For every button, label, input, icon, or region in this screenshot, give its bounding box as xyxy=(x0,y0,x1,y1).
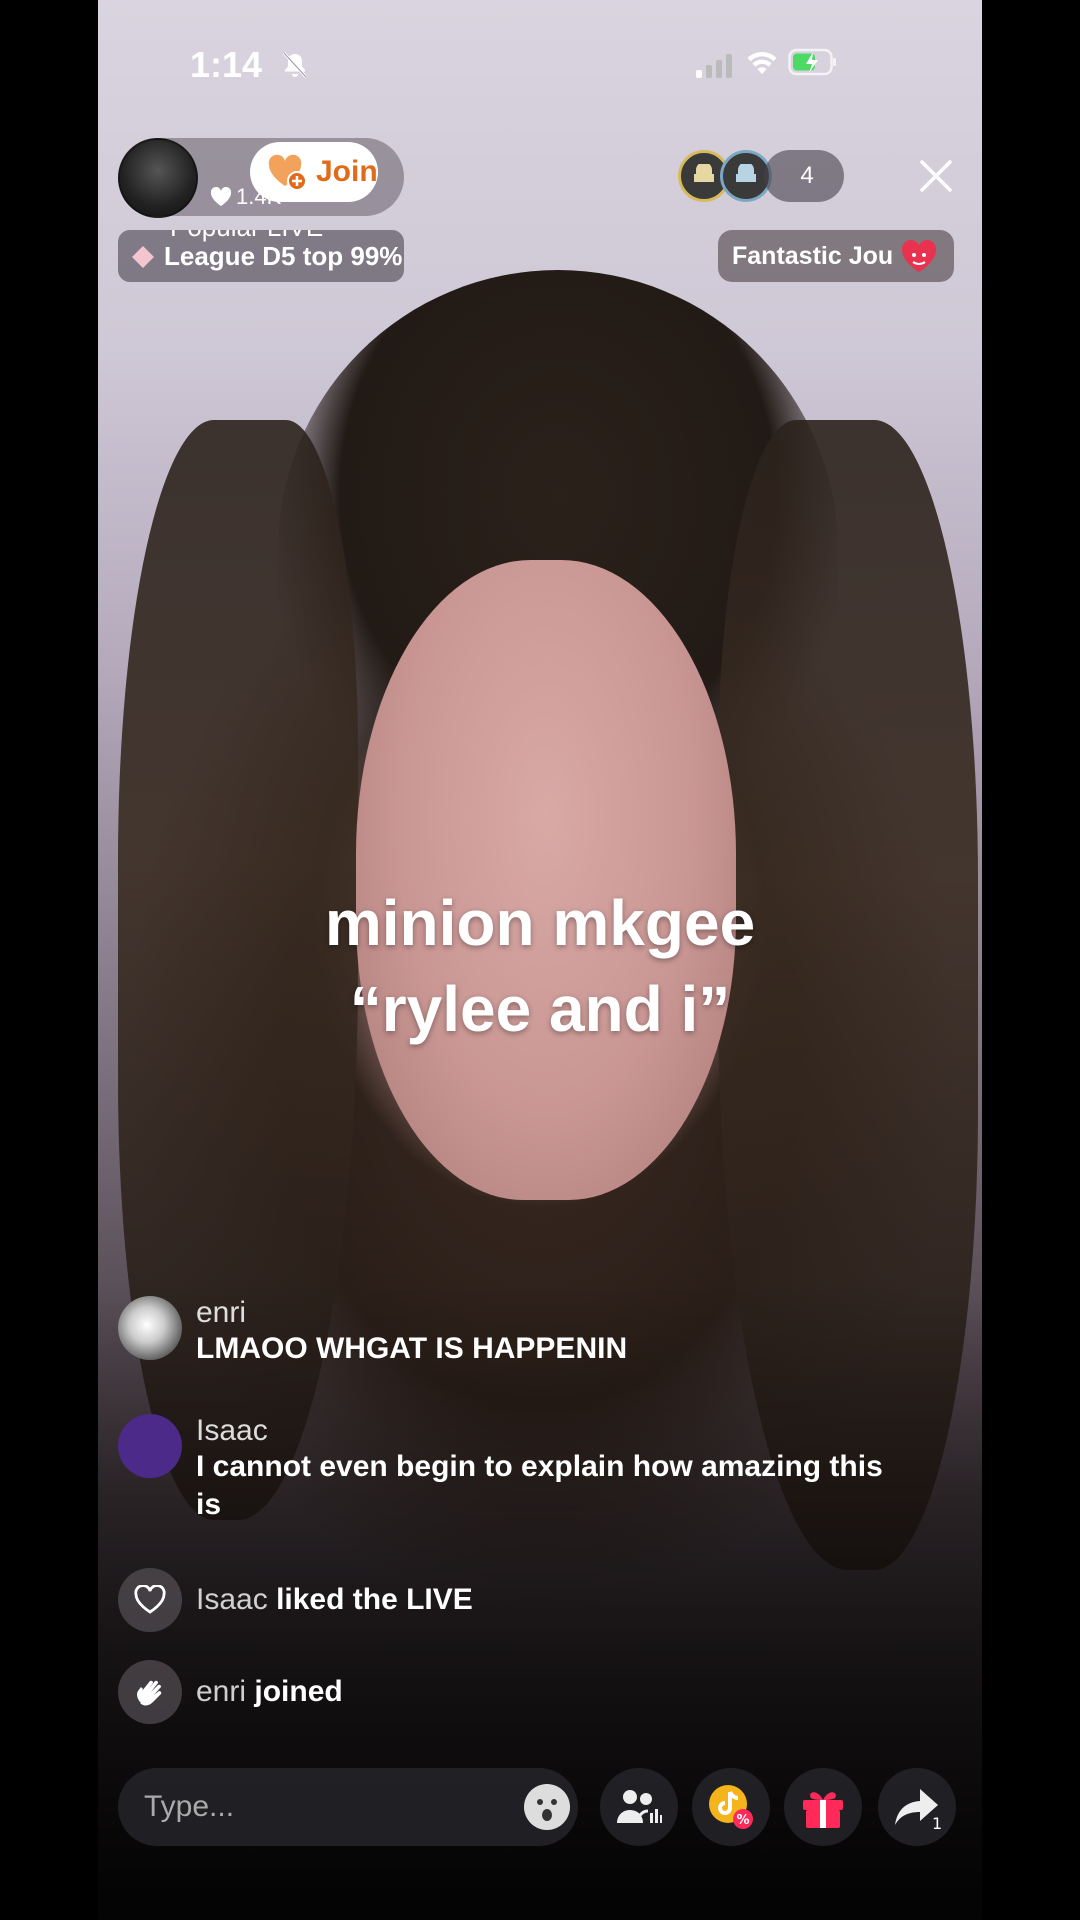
caption-line-2: “rylee and i” xyxy=(349,973,731,1045)
chat-username[interactable]: enri xyxy=(196,1296,916,1330)
chat-text: I cannot even begin to explain how amazi… xyxy=(196,1450,883,1521)
chat-message[interactable]: enri LMAOO WHGAT IS HAPPENIN xyxy=(118,1296,916,1368)
gift-icon xyxy=(803,1792,843,1828)
chat-message[interactable]: Isaac I cannot even begin to explain how… xyxy=(118,1414,916,1524)
ranking-info-pill[interactable]: Popular LIVE League D5 top 99% xyxy=(118,230,404,282)
emoji-icon[interactable] xyxy=(522,1782,572,1832)
stream-caption: minion mkgee “rylee and i” xyxy=(98,880,982,1052)
share-count: 1 xyxy=(932,1814,942,1831)
top-viewers[interactable]: 4 xyxy=(678,150,844,202)
heart-icon xyxy=(210,187,232,206)
share-icon: 1 xyxy=(895,1789,942,1831)
rank-label: Fantastic Jou xyxy=(732,241,894,270)
heart-icon xyxy=(118,1568,182,1632)
event-text: joined xyxy=(254,1675,343,1708)
event-like: Isaac liked the LIVE xyxy=(118,1568,473,1632)
viewer-count[interactable]: 4 xyxy=(764,150,844,202)
join-button[interactable]: Join xyxy=(250,142,378,202)
share-button[interactable]: 1 xyxy=(878,1768,956,1846)
tiktok-coupon-icon: % xyxy=(709,1785,753,1829)
avatar[interactable] xyxy=(118,1414,182,1478)
people-icon xyxy=(617,1790,662,1824)
event-join: enri joined xyxy=(118,1660,343,1724)
multi-guest-button[interactable] xyxy=(600,1768,678,1846)
live-stream-screen: 1:14 1.4K Join League D5 top 99% 4 Fanta… xyxy=(98,0,982,1920)
battery-charging-icon xyxy=(788,48,836,76)
wave-icon xyxy=(118,1660,182,1724)
seat-icon xyxy=(736,164,756,182)
event-username[interactable]: enri xyxy=(196,1675,246,1708)
status-time: 1:14 xyxy=(190,44,263,85)
caption-line-1: minion mkgee xyxy=(324,887,756,959)
league-label: League D5 top 99% xyxy=(164,241,403,271)
join-label: Join xyxy=(316,155,378,188)
svg-text:%: % xyxy=(736,1813,749,1828)
close-icon[interactable] xyxy=(918,158,954,194)
heart-plus-icon xyxy=(268,154,307,191)
event-username[interactable]: Isaac xyxy=(196,1583,268,1616)
diamond-icon xyxy=(132,245,154,268)
bell-off-icon xyxy=(282,51,308,79)
chat-username[interactable]: Isaac xyxy=(196,1414,916,1448)
cellular-signal-icon xyxy=(696,52,732,78)
status-bar: 1:14 xyxy=(98,44,982,94)
avatar[interactable] xyxy=(118,1296,182,1360)
comment-placeholder: Type... xyxy=(144,1790,235,1823)
rank-badge[interactable]: Fantastic Jou xyxy=(718,230,954,282)
comment-input[interactable]: Type... xyxy=(118,1768,578,1846)
wifi-icon xyxy=(747,51,777,74)
event-text: liked the LIVE xyxy=(276,1583,473,1616)
promo-button[interactable]: % xyxy=(692,1768,770,1846)
chat-text: LMAOO WHGAT IS HAPPENIN xyxy=(196,1332,628,1365)
heart-face-icon xyxy=(902,240,937,272)
seat-icon xyxy=(694,164,714,182)
league-badge: League D5 top 99% xyxy=(130,241,402,272)
host-avatar[interactable] xyxy=(118,138,198,218)
gift-button[interactable] xyxy=(784,1768,862,1846)
